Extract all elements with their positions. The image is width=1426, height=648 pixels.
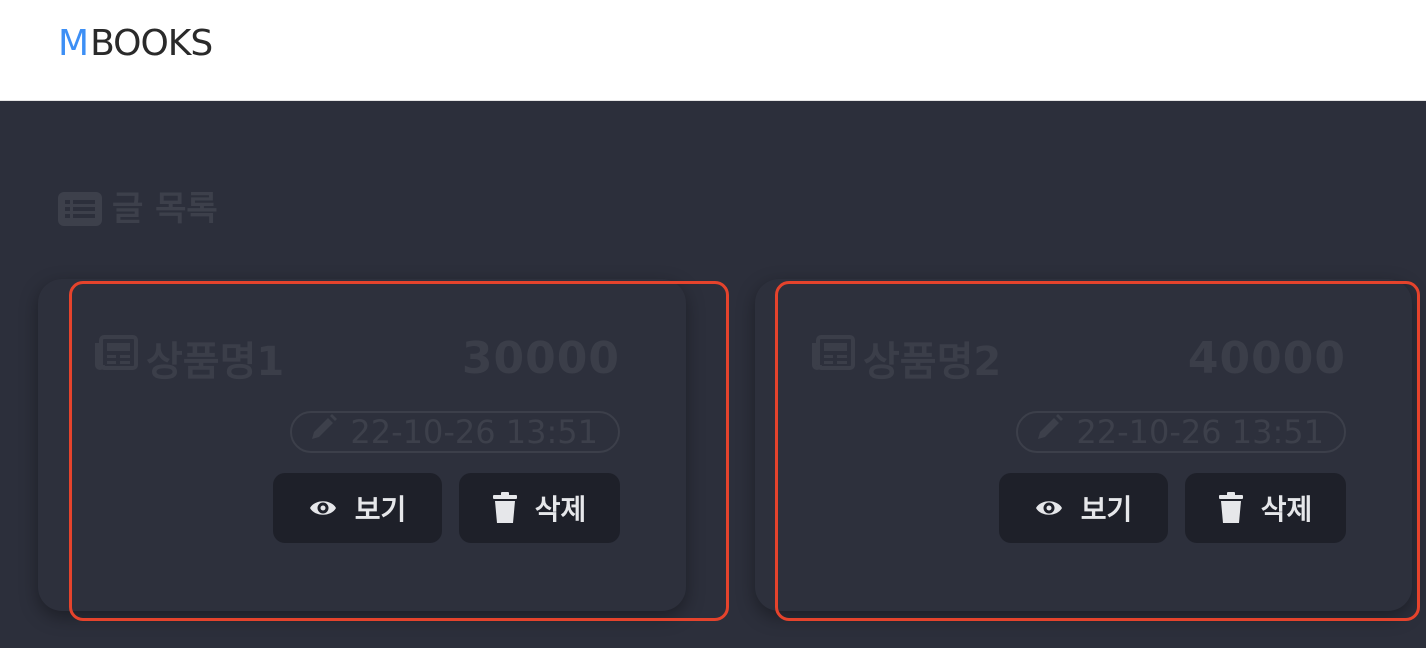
trash-icon: [492, 492, 517, 524]
view-label: 보기: [354, 494, 407, 525]
logo-text: BOOKS: [90, 23, 213, 64]
section-title: 글 목록: [112, 189, 218, 229]
card-header: 상품명2 40000: [811, 329, 1346, 387]
date-badge: 22-10-26 13:51: [290, 411, 620, 453]
section-heading: 글 목록: [58, 189, 218, 229]
pencil-icon: [308, 413, 338, 451]
date-text: 22-10-26 13:51: [1076, 413, 1324, 451]
book-card: 상품명1 30000 22-10-26 13:51 보기 삭제: [38, 279, 686, 611]
product-name: 상품명2: [863, 339, 1002, 385]
card-header: 상품명1 30000: [94, 329, 620, 387]
newspaper-icon: [94, 335, 138, 381]
delete-button[interactable]: 삭제: [459, 473, 620, 543]
delete-button[interactable]: 삭제: [1185, 473, 1346, 543]
view-label: 보기: [1080, 494, 1133, 525]
card-actions: 보기 삭제: [273, 473, 620, 543]
delete-label: 삭제: [1260, 494, 1313, 525]
product-name: 상품명1: [146, 339, 285, 385]
product-price: 40000: [1187, 332, 1346, 384]
eye-icon: [1035, 497, 1063, 519]
logo-letter-m: M: [58, 23, 89, 64]
product-price: 30000: [461, 332, 620, 384]
card-title: 상품명1: [94, 329, 284, 387]
brand-logo[interactable]: MBOOKS: [58, 23, 213, 64]
top-navbar: MBOOKS: [0, 0, 1426, 101]
delete-label: 삭제: [534, 494, 587, 525]
pencil-icon: [1034, 413, 1064, 451]
date-badge: 22-10-26 13:51: [1016, 411, 1346, 453]
view-button[interactable]: 보기: [273, 473, 442, 543]
book-card: 상품명2 40000 22-10-26 13:51 보기 삭제: [755, 279, 1412, 611]
card-title: 상품명2: [811, 329, 1001, 387]
eye-icon: [309, 497, 337, 519]
list-icon: [58, 192, 102, 226]
main-content: 글 목록 상품명1 30000 22-10-26 13:51 보기 삭제 상품명…: [0, 101, 1426, 648]
newspaper-icon: [811, 335, 855, 381]
view-button[interactable]: 보기: [999, 473, 1168, 543]
trash-icon: [1218, 492, 1243, 524]
date-text: 22-10-26 13:51: [350, 413, 598, 451]
card-actions: 보기 삭제: [999, 473, 1346, 543]
